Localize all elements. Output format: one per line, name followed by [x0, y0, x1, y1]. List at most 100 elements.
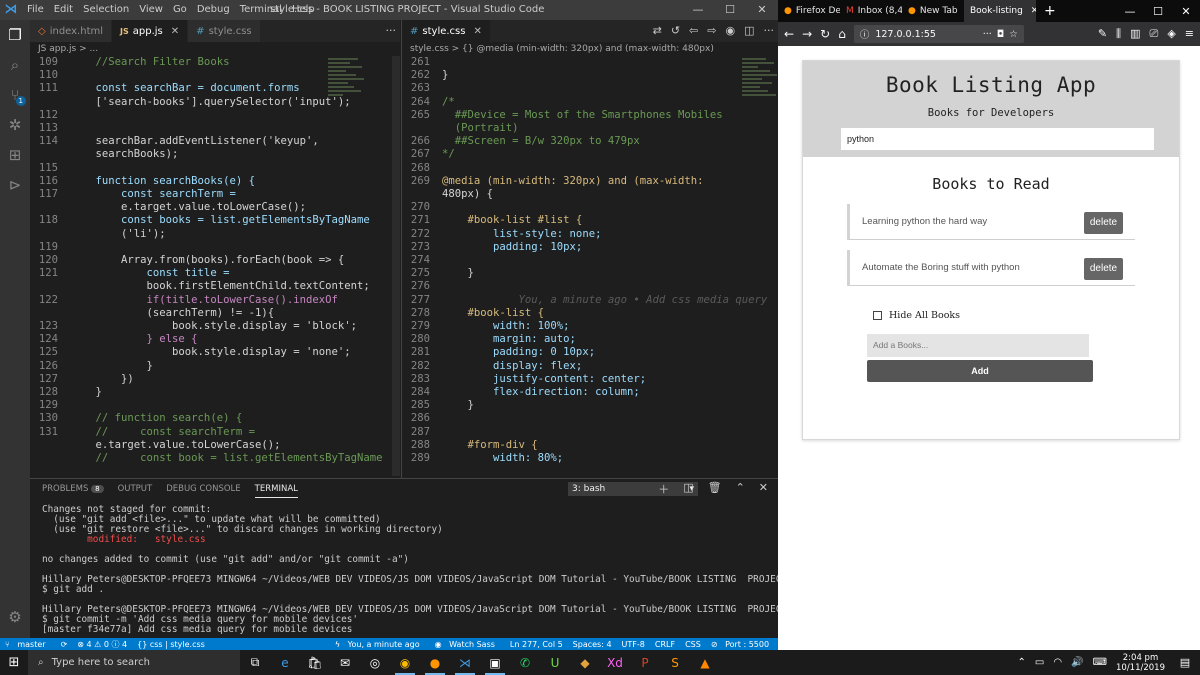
code-line[interactable]: 261 — [402, 56, 778, 69]
bookmark-star-icon[interactable]: ☆ — [1009, 29, 1018, 40]
notifications-icon[interactable]: ▤ — [1174, 656, 1196, 669]
problems-indicator[interactable]: ⊗ 4 ⚠ 0 ⓘ 4 — [72, 639, 132, 650]
more-icon[interactable]: ··· — [386, 20, 397, 42]
home-icon[interactable]: ⌂ — [838, 27, 846, 41]
code-line[interactable]: 270 — [402, 201, 778, 214]
compare-icon[interactable]: ⇄ — [653, 20, 662, 42]
wifi-icon[interactable]: ◠ — [1053, 657, 1062, 668]
indentation[interactable]: Spaces: 4 — [568, 640, 617, 649]
maximize-icon[interactable]: ☐ — [1144, 5, 1172, 18]
pocket-icon[interactable]: ◘ — [997, 29, 1005, 40]
breadcrumb[interactable]: style.css > {} @media (min-width: 320px)… — [402, 42, 778, 56]
search-books-input[interactable] — [841, 128, 1154, 150]
debug-icon[interactable]: ✲ — [0, 110, 30, 140]
code-line[interactable]: 287 — [402, 426, 778, 439]
back-icon[interactable]: ← — [784, 27, 794, 41]
browser-tab-new-tab[interactable]: ● New Tab — [902, 0, 964, 22]
menu-edit[interactable]: Edit — [49, 0, 78, 20]
menu-view[interactable]: View — [134, 0, 168, 20]
minimize-icon[interactable]: — — [682, 0, 714, 20]
tools-icon[interactable]: ✎ — [1098, 27, 1107, 41]
code-line[interactable]: 278 #book-list { — [402, 307, 778, 320]
app-icon[interactable]: ◆ — [570, 650, 600, 675]
clock[interactable]: 2:04 pm 10/11/2019 — [1116, 653, 1165, 673]
more-icon[interactable]: ··· — [764, 20, 775, 42]
chevron-up-icon[interactable]: ⌃ — [1018, 657, 1026, 668]
scrollbar-left[interactable] — [392, 56, 400, 476]
vlc-icon[interactable]: ▲ — [690, 650, 720, 675]
search-icon[interactable]: ⌕ — [0, 50, 30, 80]
explorer-icon[interactable]: ❐ — [0, 20, 30, 50]
code-editor-right[interactable]: 261 262} 263 264/* 265 ##Device = Most of th… — [402, 56, 778, 465]
source-control-icon[interactable]: ⑂ 1 — [0, 80, 30, 110]
trash-icon[interactable]: 🗑 — [708, 481, 722, 497]
tab-index-html[interactable]: ◇ index.html — [30, 20, 113, 42]
code-line[interactable]: 279 width: 100%; — [402, 320, 778, 333]
code-line[interactable]: 288 #form-div { — [402, 439, 778, 452]
code-line[interactable]: 272 list-style: none; — [402, 228, 778, 241]
next-change-icon[interactable]: ⇨ — [707, 20, 716, 42]
menu-go[interactable]: Go — [168, 0, 192, 20]
close-icon[interactable]: ✕ — [746, 0, 778, 20]
new-tab-button[interactable]: + — [1036, 3, 1064, 19]
tab-close-icon[interactable]: ✕ — [171, 26, 179, 37]
tab-output[interactable]: OUTPUT — [118, 484, 153, 494]
encoding[interactable]: UTF-8 — [617, 640, 650, 649]
chevron-up-icon[interactable]: ⌃ — [736, 481, 745, 497]
extension-icon[interactable]: ◈ — [1167, 27, 1175, 41]
screenshot-icon[interactable]: ⎚ — [1150, 27, 1159, 41]
maximize-icon[interactable]: ☐ — [714, 0, 746, 20]
task-view-icon[interactable]: ⧉ — [240, 650, 270, 675]
add-book-input[interactable]: Add a Books... — [867, 334, 1089, 357]
hide-books-checkbox[interactable] — [873, 311, 882, 320]
menu-file[interactable]: File — [22, 0, 49, 20]
code-line[interactable]: (Portrait) — [402, 122, 778, 135]
delete-button[interactable]: delete — [1084, 258, 1123, 280]
windows-start-icon[interactable]: ⊞ — [0, 655, 28, 670]
blame-indicator[interactable]: ϟ You, a minute ago — [330, 640, 430, 649]
language-mode[interactable]: CSS — [680, 640, 706, 649]
vscode-icon[interactable]: ⋊ — [450, 650, 480, 675]
breadcrumb[interactable]: JS app.js > ... — [30, 42, 400, 56]
code-line[interactable]: 480px) { — [402, 188, 778, 201]
code-line[interactable]: 275 } — [402, 267, 778, 280]
minimap-left[interactable] — [328, 56, 370, 476]
line-ending[interactable]: CRLF — [650, 640, 680, 649]
code-line[interactable]: 285 } — [402, 399, 778, 412]
forward-icon[interactable]: → — [802, 27, 812, 41]
edge-icon[interactable]: e — [270, 650, 300, 675]
library-icon[interactable]: ⫼ — [1116, 27, 1121, 41]
code-line[interactable]: 274 — [402, 254, 778, 267]
code-line[interactable]: 265 ##Device = Most of the Smartphones M… — [402, 109, 778, 122]
tab-style-css-right[interactable]: # style.css ✕ — [402, 20, 491, 42]
close-icon[interactable]: ✕ — [1172, 5, 1200, 18]
code-line[interactable]: 282 display: flex; — [402, 360, 778, 373]
browser-tab-book-listing[interactable]: Book-listing ✕ — [964, 0, 1036, 22]
code-line[interactable]: 286 — [402, 412, 778, 425]
code-line[interactable]: 263 — [402, 82, 778, 95]
split-terminal-icon[interactable]: ◫ — [683, 481, 693, 497]
code-line[interactable]: 262} — [402, 69, 778, 82]
code-line[interactable]: 289 width: 80%; — [402, 452, 778, 465]
sidebar-icon[interactable]: ▥ — [1130, 27, 1140, 41]
delete-button[interactable]: delete — [1084, 212, 1123, 234]
battery-icon[interactable]: ▭ — [1035, 657, 1044, 668]
minimize-icon[interactable]: — — [1116, 5, 1144, 18]
firefox-icon[interactable]: ● — [420, 650, 450, 675]
menu-icon[interactable]: ≡ — [1185, 27, 1194, 41]
close-panel-icon[interactable]: ✕ — [759, 481, 768, 497]
tab-debug-console[interactable]: DEBUG CONSOLE — [166, 484, 240, 494]
store-icon[interactable]: 🛍 — [300, 650, 330, 675]
url-bar[interactable]: ⓘ 127.0.0.1:55 ··· ◘ ☆ — [853, 25, 1024, 43]
gear-icon[interactable]: ⚙ — [0, 602, 30, 632]
code-line[interactable]: 268 — [402, 162, 778, 175]
split-editor-icon[interactable]: ◫ — [744, 20, 754, 42]
menu-selection[interactable]: Selection — [78, 0, 134, 20]
hide-books-label[interactable]: Hide All Books — [889, 310, 960, 321]
upwork-icon[interactable]: U — [540, 650, 570, 675]
cursor-position[interactable]: Ln 277, Col 5 — [505, 640, 568, 649]
watch-sass-button[interactable]: ◉ Watch Sass — [430, 640, 505, 649]
code-line[interactable]: 284 flex-direction: column; — [402, 386, 778, 399]
code-line[interactable]: 276 — [402, 280, 778, 293]
code-line[interactable]: 269 @media (min-width: 320px) and (max-wi… — [402, 175, 778, 188]
